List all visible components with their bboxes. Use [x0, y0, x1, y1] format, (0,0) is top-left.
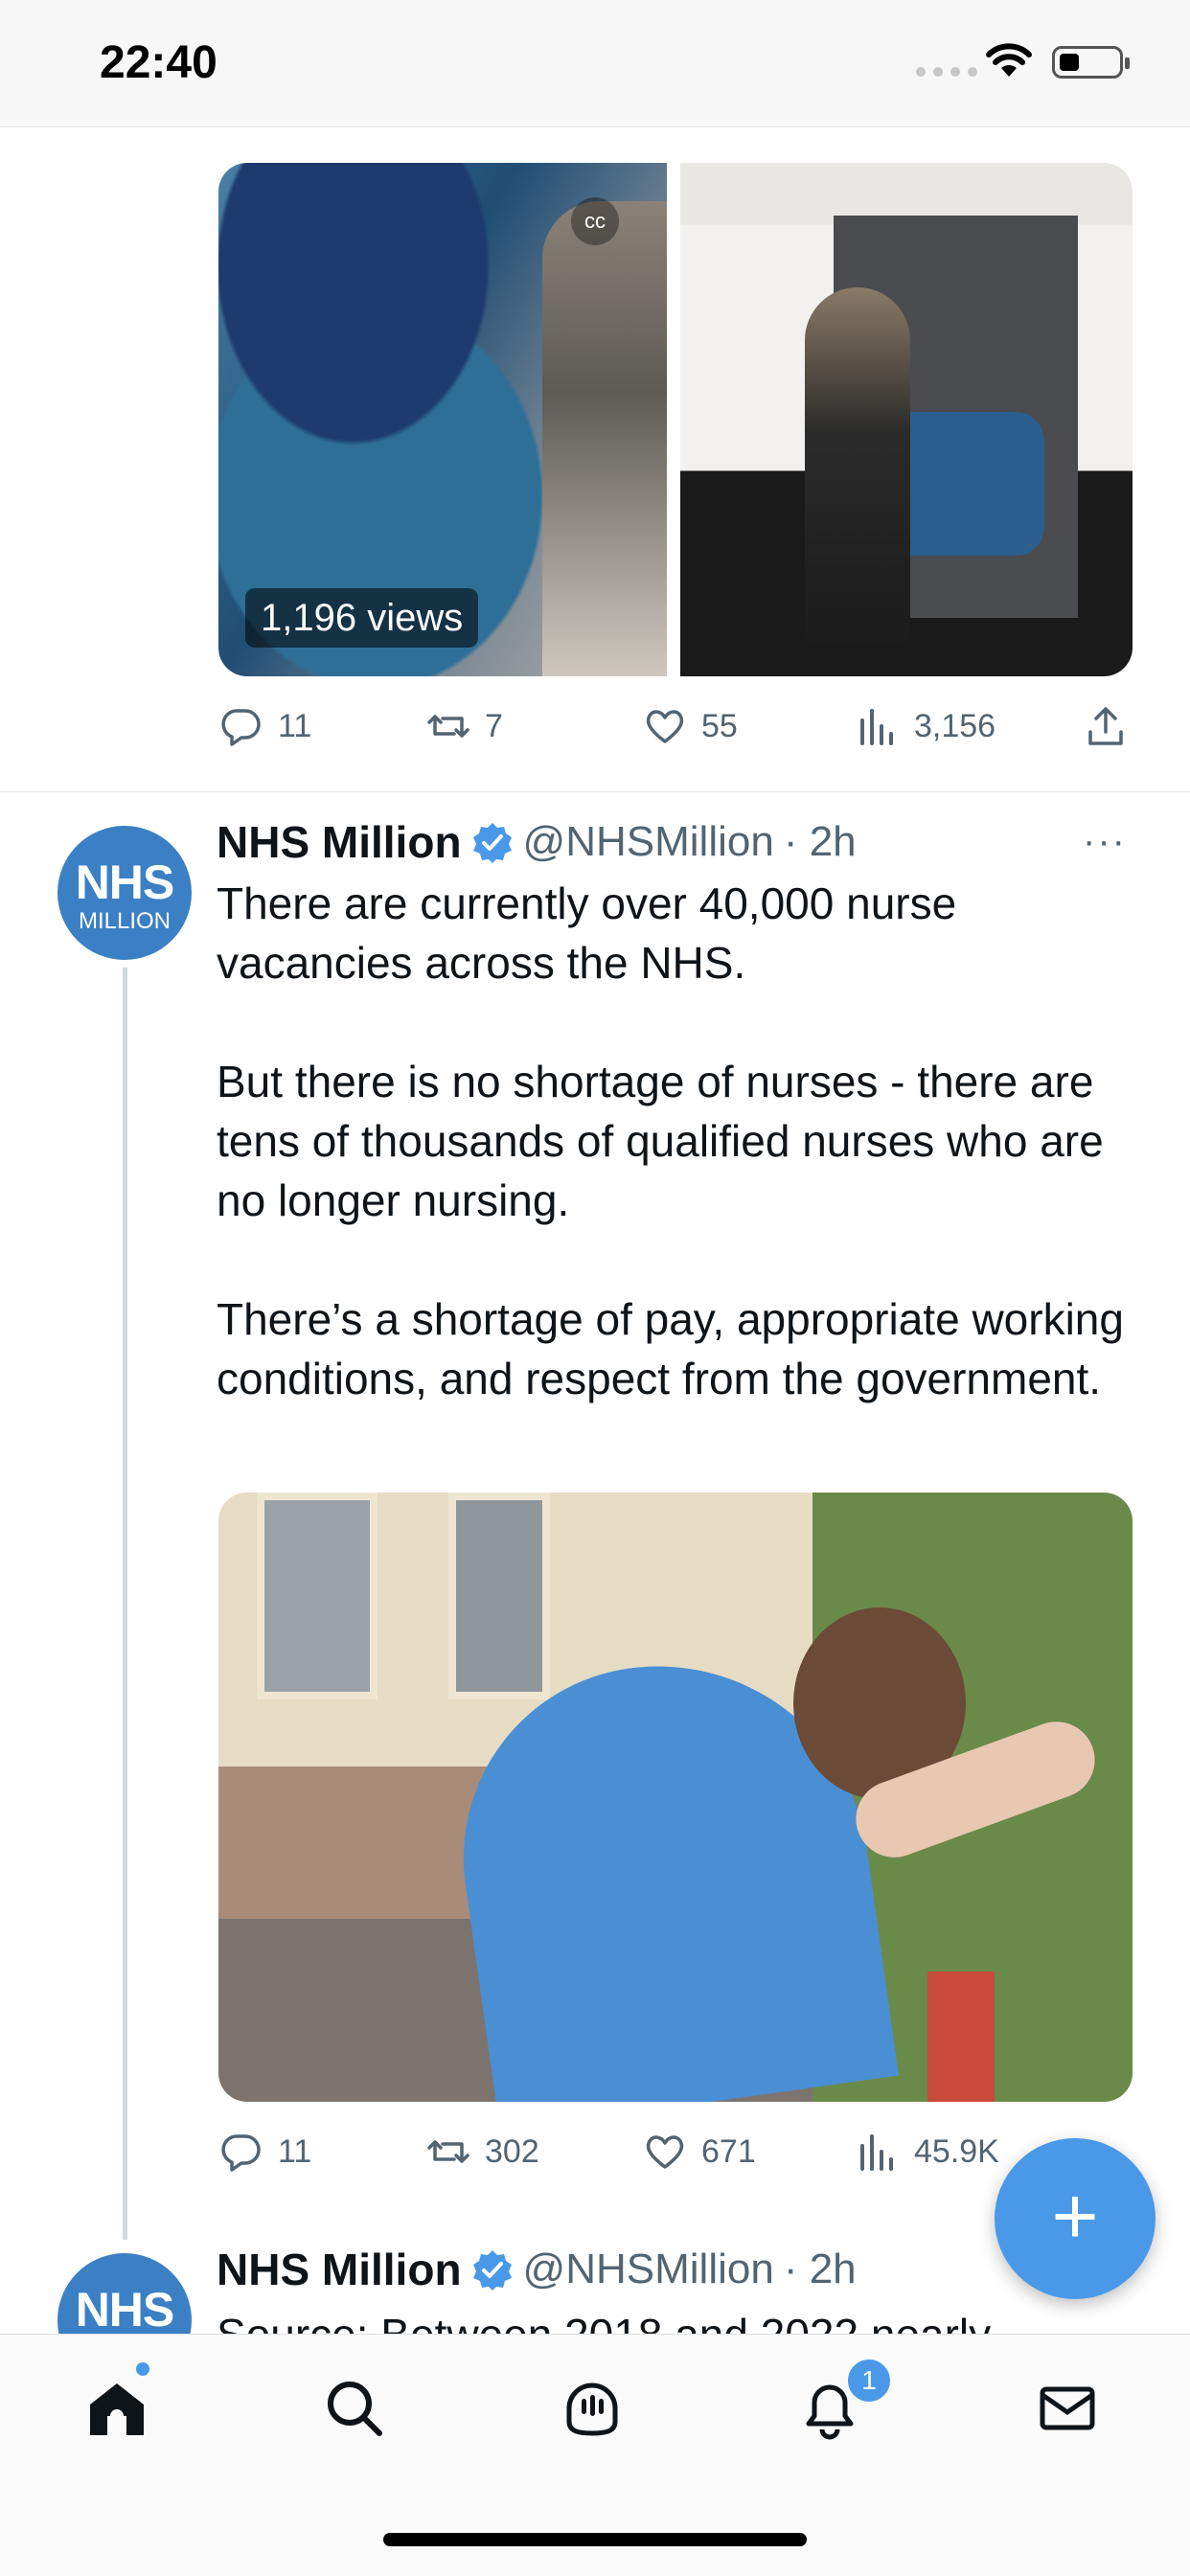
unread-indicator [136, 2362, 149, 2376]
avatar-subtext: MILLION [78, 908, 172, 934]
reply-button[interactable]: 11 [218, 703, 311, 749]
user-handle[interactable]: @NHSMillion [523, 2245, 774, 2293]
display-name[interactable]: NHS Million [217, 816, 462, 868]
repost-count: 302 [485, 2132, 539, 2170]
video-view-count: 1,196 views [245, 588, 479, 648]
tab-search[interactable] [320, 2374, 397, 2451]
wifi-icon [986, 43, 1032, 77]
battery-icon [1052, 46, 1130, 79]
analytics-icon [860, 709, 893, 745]
home-icon [90, 2383, 144, 2435]
like-count: 671 [701, 2132, 756, 2170]
status-time: 22:40 [100, 37, 217, 88]
notifications-badge: 1 [845, 2357, 893, 2405]
repost-icon [427, 715, 469, 738]
tweet-text: There are currently over 40,000 nurse va… [217, 874, 1156, 1408]
verified-badge-icon [472, 2250, 512, 2291]
tab-home[interactable] [82, 2374, 159, 2451]
tweet-divider [0, 791, 1190, 792]
avatar-text: NHS [75, 2283, 175, 2337]
like-button[interactable]: 55 [642, 703, 738, 749]
views-button[interactable]: 45.9K [855, 2129, 999, 2175]
tweet-paragraph: There are currently over 40,000 nurse va… [217, 878, 957, 988]
home-indicator [383, 2533, 807, 2546]
spaces-icon [566, 2382, 618, 2436]
more-options-icon[interactable]: ··· [1083, 820, 1127, 863]
reply-count: 11 [278, 707, 312, 744]
avatar[interactable]: NHS MILLION [57, 826, 192, 960]
avatar-text: NHS [75, 855, 175, 909]
thread-line [123, 968, 127, 2240]
cellular-signal-icon [916, 67, 977, 77]
display-name[interactable]: NHS Million [217, 2244, 462, 2295]
views-button[interactable]: 3,156 [855, 703, 995, 749]
heart-icon [646, 2135, 684, 2169]
reply-icon [221, 2134, 261, 2172]
user-handle[interactable]: @NHSMillion [523, 818, 774, 866]
repost-button[interactable]: 7 [425, 703, 503, 749]
tweet-photo[interactable] [218, 1493, 1133, 2102]
share-icon [1088, 707, 1123, 745]
share-button[interactable] [1083, 703, 1129, 749]
tweet-time: · 2h [783, 2245, 857, 2292]
repost-button[interactable]: 302 [425, 2129, 539, 2175]
tweet-paragraph: There’s a shortage of pay, appropriate w… [217, 1294, 1124, 1403]
tweet-time: · 2h [783, 818, 857, 865]
like-count: 55 [701, 707, 738, 744]
messages-icon [1040, 2386, 1095, 2430]
view-count: 3,156 [914, 707, 996, 744]
repost-count: 7 [485, 707, 503, 744]
repost-icon [427, 2140, 469, 2163]
verified-badge-icon [472, 823, 512, 863]
like-button[interactable]: 671 [642, 2129, 756, 2175]
tab-spaces[interactable] [558, 2374, 634, 2451]
tab-messages[interactable] [1033, 2374, 1110, 2451]
view-count: 45.9K [914, 2132, 999, 2170]
reply-icon [221, 709, 261, 746]
reply-count: 11 [278, 2132, 312, 2170]
reply-button[interactable]: 11 [218, 2129, 311, 2175]
compose-button[interactable]: + [995, 2138, 1156, 2299]
tweet-media-photo[interactable] [680, 163, 1133, 676]
tweet-header: NHS Million @NHSMillion · 2h [217, 2244, 857, 2295]
tweet-paragraph: But there is no shortage of nurses - the… [217, 1057, 1104, 1225]
captions-icon[interactable]: cc [571, 197, 619, 245]
heart-icon [646, 710, 684, 743]
tweet-header: NHS Million @NHSMillion · 2h [217, 816, 857, 868]
search-icon [328, 2382, 382, 2436]
analytics-icon [860, 2134, 893, 2171]
